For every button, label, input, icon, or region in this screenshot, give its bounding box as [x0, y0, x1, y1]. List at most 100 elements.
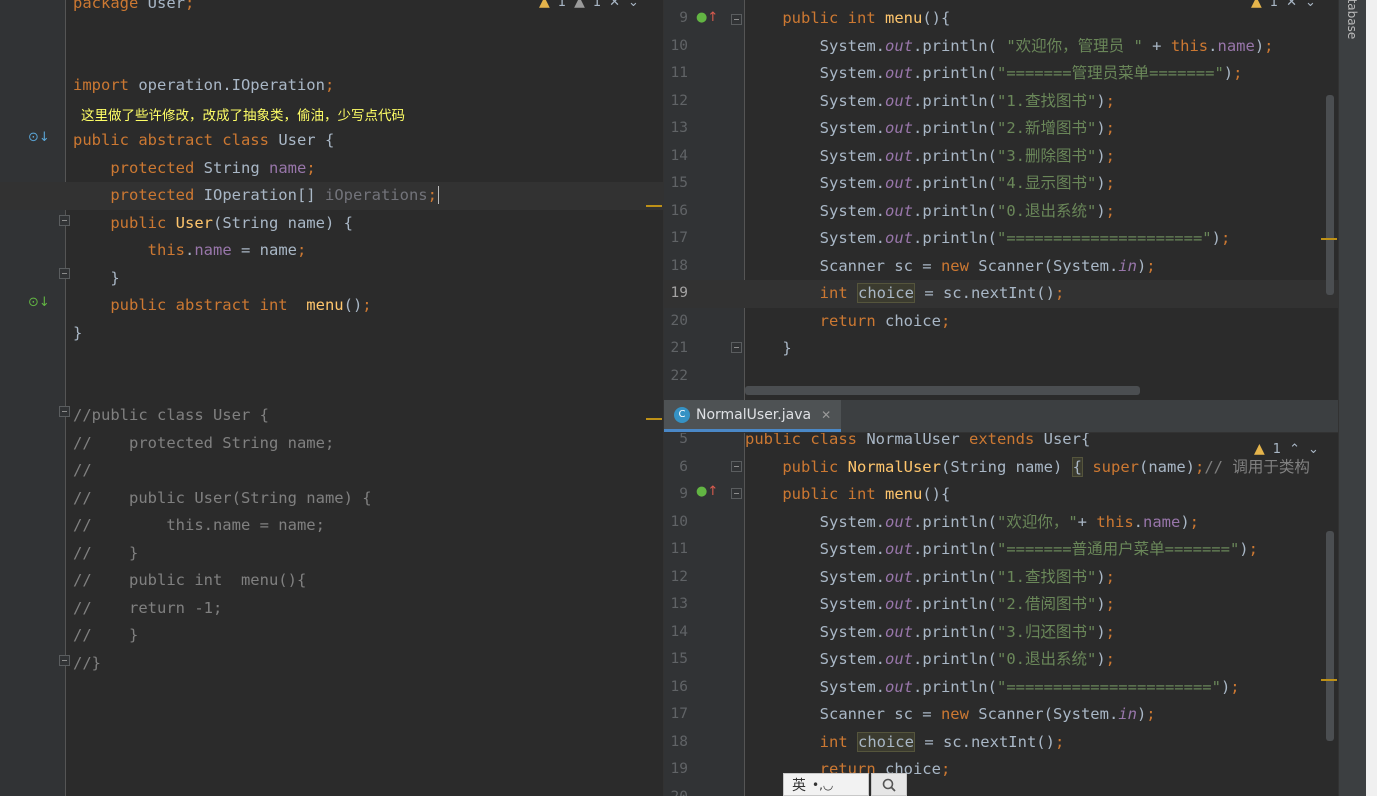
code-line[interactable]: // public User(String name) { — [0, 485, 663, 513]
overriding-method-icon[interactable]: ⊙↓ — [28, 130, 50, 145]
code-line[interactable]: } — [0, 320, 663, 348]
fold-marker[interactable] — [731, 14, 742, 25]
code-token: ) — [1096, 595, 1106, 613]
code-line[interactable]: 17 System.out.println("=================… — [664, 225, 1338, 253]
code-line[interactable]: //} — [0, 650, 663, 678]
code-line[interactable]: public User(String name) { — [0, 210, 663, 238]
fold-marker[interactable] — [59, 406, 70, 417]
code-line[interactable]: // } — [0, 622, 663, 650]
ime-mode[interactable]: 英 — [792, 775, 806, 795]
code-text: } — [73, 265, 119, 293]
error-stripe-marker[interactable] — [646, 418, 662, 420]
code-token: public abstract class — [73, 131, 279, 149]
close-icon[interactable]: ✕ — [821, 408, 831, 422]
code-line[interactable]: 18 Scanner sc = new Scanner(System.in); — [664, 253, 1338, 281]
code-line[interactable]: 9 public int menu(){ — [664, 481, 1338, 509]
horizontal-scrollbar[interactable] — [745, 386, 1140, 395]
code-line[interactable]: protected String name; — [0, 155, 663, 183]
code-line[interactable]: 16 System.out.println("=================… — [664, 674, 1338, 702]
code-line[interactable]: 11 System.out.println("=======管理员菜单=====… — [664, 60, 1338, 88]
code-line[interactable]: 15 System.out.println("4.显示图书"); — [664, 170, 1338, 198]
ime-toolbar[interactable]: 英 •,◡ — [783, 773, 869, 796]
code-token: } — [745, 339, 792, 357]
inspection-widget[interactable]: ▲ 1 ⌃ ⌄ — [1250, 441, 1323, 457]
chevron-down-icon[interactable]: ⌄ — [1305, 0, 1316, 10]
fold-marker[interactable] — [59, 655, 70, 666]
code-line[interactable]: 20 return choice; — [664, 308, 1338, 336]
code-line[interactable]: // — [0, 457, 663, 485]
error-stripe-marker[interactable] — [1321, 238, 1337, 240]
code-token: out — [884, 622, 913, 641]
code-token: choice — [884, 311, 941, 330]
close-icon[interactable]: ✕ — [1286, 0, 1297, 10]
search-icon[interactable] — [871, 773, 907, 796]
chevron-down-icon[interactable]: ⌄ — [1308, 442, 1319, 457]
code-line[interactable]: this.name = name; — [0, 237, 663, 265]
code-line[interactable]: // this.name = name; — [0, 512, 663, 540]
implemented-method-icon[interactable]: ⊙↓ — [28, 295, 50, 310]
code-line[interactable]: protected IOperation[] iOperations; — [0, 182, 663, 210]
code-line[interactable]: 14 System.out.println("3.删除图书"); — [664, 143, 1338, 171]
code-line[interactable]: 9 public int menu(){ — [664, 5, 1338, 33]
code-line[interactable]: 17 Scanner sc = new Scanner(System.in); — [664, 701, 1338, 729]
vertical-scrollbar[interactable] — [1326, 531, 1334, 741]
line-number: 19 — [670, 761, 688, 777]
code-line[interactable]: 18 int choice = sc.nextInt(); — [664, 729, 1338, 757]
code-line[interactable]: // } — [0, 540, 663, 568]
database-tool-button[interactable]: Database — [1339, 0, 1365, 796]
code-line[interactable]: // protected String name; — [0, 430, 663, 458]
close-icon[interactable]: ✕ — [609, 0, 620, 10]
code-token: .println( — [912, 595, 997, 613]
implemented-method-icon[interactable]: ●↑ — [696, 484, 718, 499]
code-line[interactable]: 21 } — [664, 335, 1338, 363]
code-line[interactable]: //public class User { — [0, 402, 663, 430]
chevron-up-icon[interactable]: ⌃ — [1289, 442, 1300, 457]
code-line[interactable]: // public int menu(){ — [0, 567, 663, 595]
code-line[interactable]: 16 System.out.println("0.退出系统"); — [664, 198, 1338, 226]
code-line[interactable]: 19 int choice = sc.nextInt(); — [664, 280, 1338, 308]
code-line[interactable]: 10 System.out.println("欢迎你，"+ this.name)… — [664, 509, 1338, 537]
line-number: 9 — [679, 10, 688, 26]
code-line[interactable]: 12 System.out.println("1.查找图书"); — [664, 88, 1338, 116]
left-editor[interactable]: package User; import operation.IOperation… — [0, 0, 663, 796]
code-line[interactable]: import operation.IOperation; — [0, 72, 663, 100]
fold-marker[interactable] — [731, 461, 742, 472]
code-line[interactable]: public abstract int menu(); — [0, 292, 663, 320]
code-line[interactable]: 19 return choice; — [664, 756, 1338, 784]
error-stripe-marker[interactable] — [1321, 679, 1337, 681]
tab-normaluser-java[interactable]: C NormalUser.java ✕ — [664, 400, 842, 432]
code-line[interactable] — [0, 17, 663, 45]
fold-marker[interactable] — [59, 268, 70, 279]
code-token: ) — [1096, 622, 1106, 641]
code-line[interactable]: 13 System.out.println("2.借阅图书"); — [664, 591, 1338, 619]
inspection-widget[interactable]: ▲ 1 ▲ 1 ✕ ⌄ — [539, 0, 639, 10]
code-line[interactable]: public abstract class User { — [0, 127, 663, 155]
vertical-scrollbar[interactable] — [1326, 95, 1334, 295]
code-line[interactable]: // return -1; — [0, 595, 663, 623]
code-line[interactable]: } — [0, 265, 663, 293]
inspection-widget[interactable]: ▲ 1 ✕ ⌄ — [1251, 0, 1316, 10]
top-right-editor[interactable]: 9 public int menu(){10 System.out.printl… — [664, 0, 1338, 400]
implemented-method-icon[interactable]: ●↑ — [696, 10, 718, 25]
fold-marker[interactable] — [731, 488, 742, 499]
fold-marker[interactable] — [59, 215, 70, 226]
chevron-down-icon[interactable]: ⌄ — [628, 0, 639, 10]
ime-punctuation-icon[interactable]: •,◡ — [812, 778, 833, 792]
code-line[interactable]: 11 System.out.println("=======普通用户菜单====… — [664, 536, 1338, 564]
code-line[interactable]: 20 — [664, 784, 1338, 796]
code-line[interactable] — [0, 375, 663, 403]
code-line[interactable]: 13 System.out.println("2.新增图书"); — [664, 115, 1338, 143]
code-line[interactable] — [0, 45, 663, 73]
code-line[interactable] — [0, 347, 663, 375]
code-line[interactable]: 12 System.out.println("1.查找图书"); — [664, 564, 1338, 592]
code-line[interactable]: 10 System.out.println( "欢迎你，管理员 " + this… — [664, 33, 1338, 61]
line-number: 21 — [670, 340, 688, 356]
error-stripe-marker[interactable] — [646, 205, 662, 207]
code-line[interactable]: 14 System.out.println("3.归还图书"); — [664, 619, 1338, 647]
bottom-right-editor[interactable]: 5 public class NormalUser extends User{6 … — [664, 433, 1338, 796]
code-line[interactable]: 15 System.out.println("0.退出系统"); — [664, 646, 1338, 674]
code-token: NormalUser — [866, 433, 969, 448]
code-line[interactable]: 5 public class NormalUser extends User{ — [664, 433, 1338, 454]
fold-marker[interactable] — [731, 342, 742, 353]
code-line[interactable]: 6 public NormalUser(String name) { super… — [664, 454, 1338, 482]
